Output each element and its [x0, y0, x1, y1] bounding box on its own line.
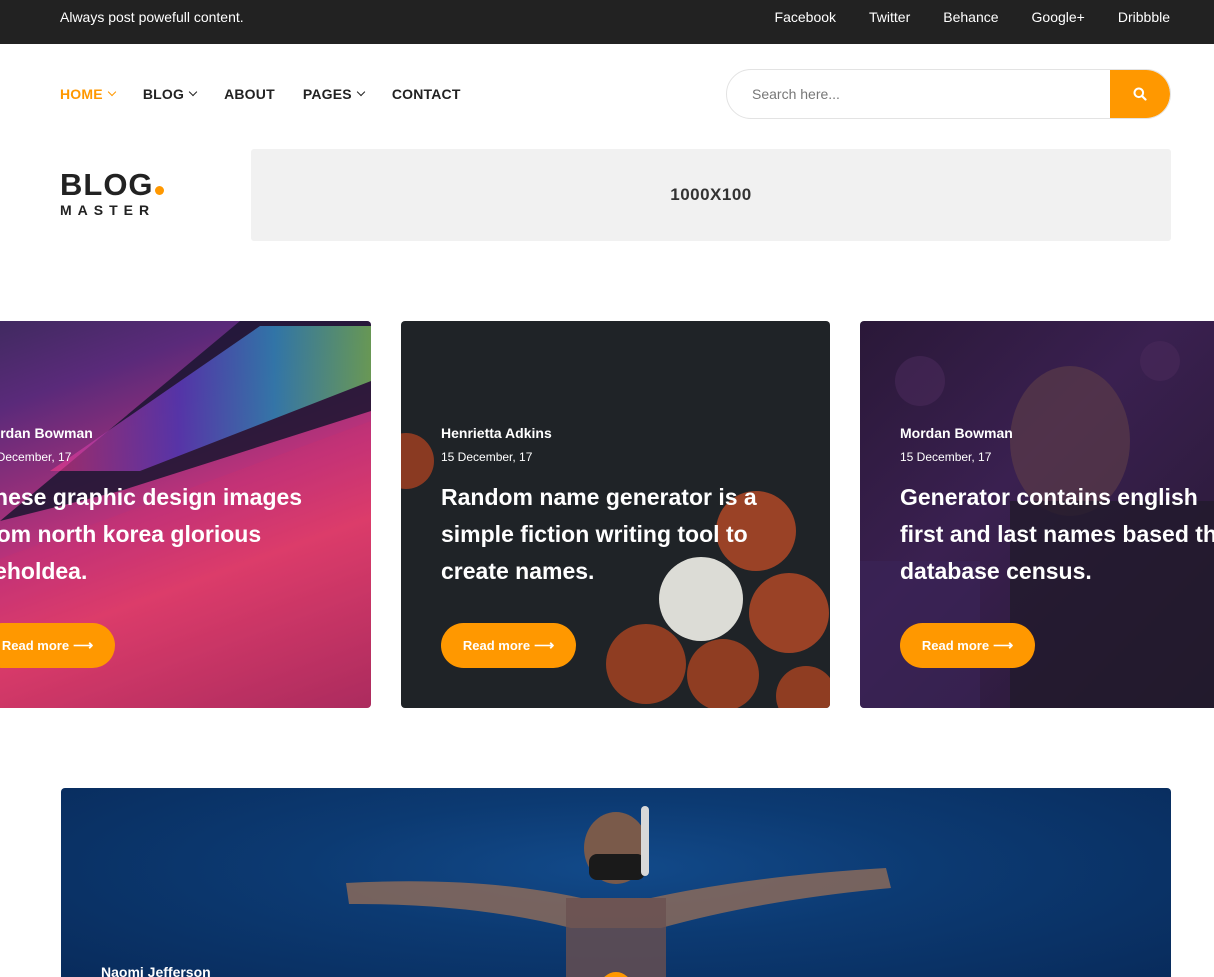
social-link-twitter[interactable]: Twitter [869, 9, 910, 25]
main-nav: HOME BLOG ABOUT PAGES CONTACT [60, 86, 489, 102]
post-author: Henrietta Adkins [441, 425, 552, 441]
ad-banner[interactable]: 1000X100 [251, 149, 1171, 241]
post-date: 15 December, 17 [0, 450, 72, 464]
arrow-right-icon: ⟶ [73, 637, 94, 653]
read-more-label: Read more [1, 638, 70, 653]
post-card-content: Mordan Bowman 15 December, 17 Generator … [900, 425, 1214, 590]
featured-post[interactable]: Naomi Jefferson [61, 788, 1171, 977]
nav-item-contact[interactable]: CONTACT [392, 86, 461, 102]
read-more-button[interactable]: Read more ⟶ [900, 623, 1035, 668]
post-card-content: Henrietta Adkins 15 December, 17 Random … [441, 425, 781, 590]
post-card[interactable]: Mordan Bowman 15 December, 17 Generator … [860, 321, 1214, 708]
post-title[interactable]: These graphic design images from north k… [0, 479, 320, 590]
social-link-facebook[interactable]: Facebook [775, 9, 836, 25]
logo-text-main: BLOG [60, 167, 154, 202]
nav-item-label: BLOG [142, 86, 185, 102]
logo-dot [154, 186, 164, 195]
nav-item-pages[interactable]: PAGES [302, 86, 366, 102]
post-author: Mordan Bowman [900, 425, 1013, 441]
logo-text-sub: MASTER [60, 202, 156, 218]
search-icon [1133, 87, 1147, 101]
post-title[interactable]: Generator contains english first and las… [900, 479, 1214, 590]
ad-banner-label: 1000X100 [670, 185, 752, 204]
nav-item-label: PAGES [302, 86, 352, 102]
underwater-diver-image [346, 806, 891, 977]
social-link-googleplus[interactable]: Google+ [1032, 9, 1085, 25]
read-more-label: Read more [462, 638, 531, 653]
site-logo[interactable]: BLOG MASTER [60, 167, 164, 218]
chevron-down-icon [356, 87, 366, 97]
nav-item-label: CONTACT [391, 86, 461, 102]
read-more-button[interactable]: Read more ⟶ [0, 623, 115, 668]
arrow-right-icon: ⟶ [993, 637, 1014, 653]
social-link-behance[interactable]: Behance [943, 9, 998, 25]
post-title[interactable]: Random name generator is a simple fictio… [441, 479, 781, 590]
post-date: 15 December, 17 [900, 450, 992, 464]
nav-item-label: ABOUT [224, 86, 275, 102]
top-bar: Always post powefull content. Facebook T… [0, 0, 1214, 44]
nav-item-blog[interactable]: BLOG [142, 86, 198, 102]
tagline: Always post powefull content. [60, 9, 244, 25]
post-card[interactable]: Henrietta Adkins 15 December, 17 Random … [401, 321, 830, 708]
nav-item-about[interactable]: ABOUT [224, 86, 275, 102]
search-box [726, 69, 1171, 119]
search-button[interactable] [1110, 70, 1170, 118]
nav-item-home[interactable]: HOME [60, 86, 117, 102]
chevron-down-icon [188, 87, 198, 97]
read-more-button[interactable]: Read more ⟶ [441, 623, 576, 668]
post-card-content: Mordan Bowman 15 December, 17 These grap… [0, 425, 320, 590]
nav-item-label: HOME [60, 86, 103, 102]
search-input[interactable] [727, 70, 1112, 118]
social-link-dribbble[interactable]: Dribbble [1118, 9, 1170, 25]
post-card[interactable]: Mordan Bowman 15 December, 17 These grap… [0, 321, 371, 708]
post-author: Mordan Bowman [0, 425, 93, 441]
arrow-right-icon: ⟶ [534, 637, 555, 653]
social-links: Facebook Twitter Behance Google+ Dribbbl… [742, 9, 1170, 25]
post-date: 15 December, 17 [441, 450, 533, 464]
read-more-label: Read more [921, 638, 990, 653]
chevron-down-icon [107, 87, 117, 97]
post-author: Naomi Jefferson [101, 964, 211, 977]
